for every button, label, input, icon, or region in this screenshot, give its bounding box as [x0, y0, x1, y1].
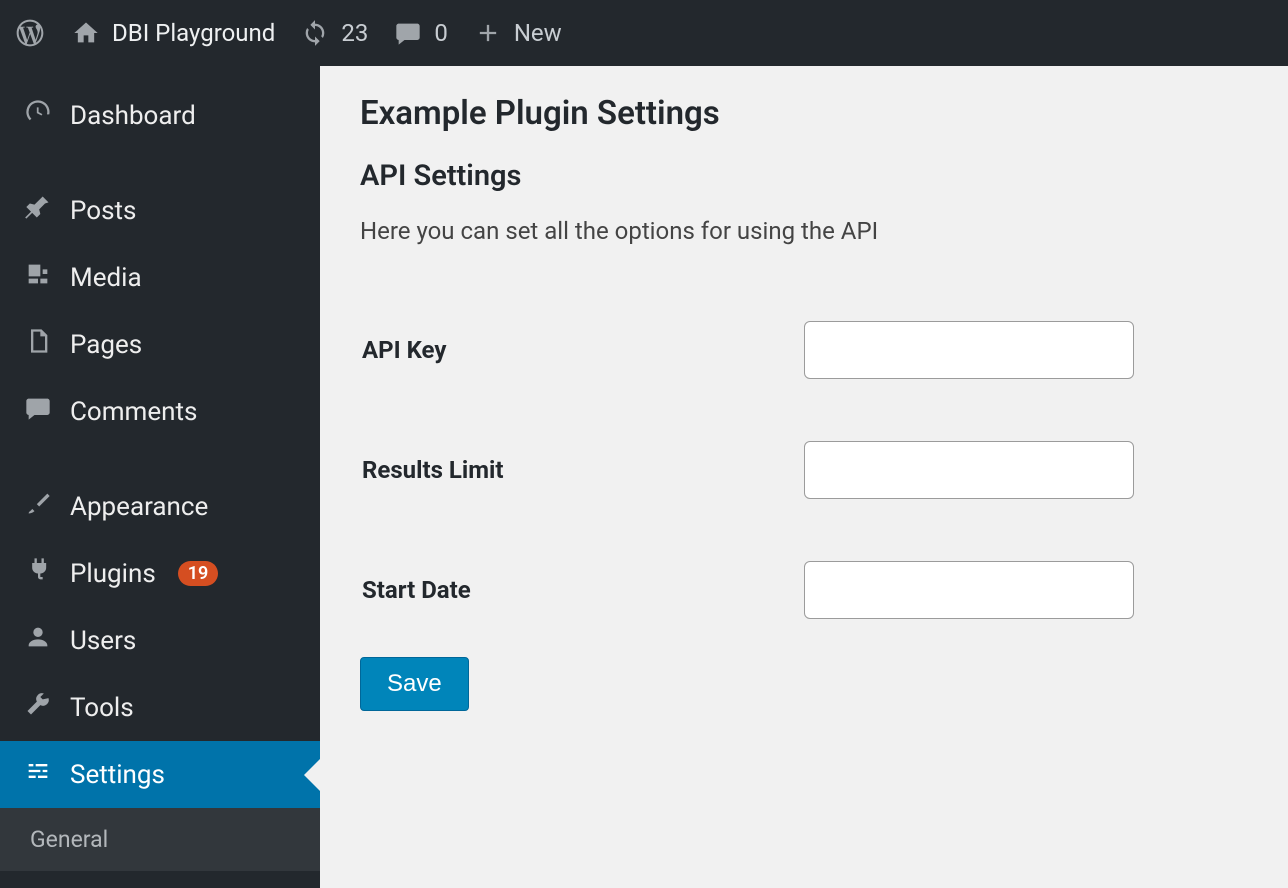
sidebar-subitem-general[interactable]: General: [0, 808, 320, 871]
sidebar-item-label: Settings: [70, 760, 165, 790]
new-content-link[interactable]: New: [474, 19, 562, 47]
api-key-label: API Key: [362, 291, 802, 409]
settings-form-table: API Key Results Limit Start Date: [360, 289, 1248, 651]
sidebar-item-comments[interactable]: Comments: [0, 378, 320, 445]
api-key-input[interactable]: [804, 321, 1134, 379]
updates-count: 23: [341, 19, 368, 47]
pages-icon: [24, 327, 52, 362]
home-icon: [72, 19, 100, 47]
results-limit-input[interactable]: [804, 441, 1134, 499]
sidebar-item-label: Appearance: [70, 492, 208, 522]
site-name-link[interactable]: DBI Playground: [72, 19, 275, 47]
sidebar-item-label: Comments: [70, 397, 197, 427]
sliders-icon: [24, 757, 52, 792]
refresh-icon: [301, 19, 329, 47]
user-icon: [24, 623, 52, 658]
page-title: Example Plugin Settings: [360, 94, 1248, 133]
dashboard-icon: [24, 98, 52, 133]
sidebar-item-posts[interactable]: Posts: [0, 177, 320, 244]
sidebar-subitem-label: General: [30, 826, 108, 853]
sidebar-item-label: Plugins: [70, 559, 156, 589]
comment-icon: [394, 19, 422, 47]
content-area: Example Plugin Settings API Settings Her…: [320, 66, 1288, 888]
results-limit-label: Results Limit: [362, 411, 802, 529]
start-date-input[interactable]: [804, 561, 1134, 619]
wrench-icon: [24, 690, 52, 725]
wordpress-logo[interactable]: [14, 17, 46, 49]
plugins-update-badge: 19: [178, 561, 219, 586]
sidebar-item-pages[interactable]: Pages: [0, 311, 320, 378]
sidebar-item-users[interactable]: Users: [0, 607, 320, 674]
admin-toolbar: DBI Playground 23 0 New: [0, 0, 1288, 66]
sidebar-item-appearance[interactable]: Appearance: [0, 473, 320, 540]
comments-count: 0: [434, 19, 448, 47]
comment-icon: [24, 394, 52, 429]
wordpress-icon: [14, 17, 46, 49]
section-description: Here you can set all the options for usi…: [360, 217, 1248, 245]
comments-link[interactable]: 0: [394, 19, 448, 47]
sidebar-item-label: Tools: [70, 693, 134, 723]
sidebar-item-label: Pages: [70, 330, 142, 360]
sidebar-item-label: Posts: [70, 196, 136, 226]
sidebar-item-media[interactable]: Media: [0, 244, 320, 311]
brush-icon: [24, 489, 52, 524]
sidebar-item-label: Media: [70, 263, 142, 293]
plug-icon: [24, 556, 52, 591]
sidebar-item-label: Dashboard: [70, 101, 196, 131]
site-name-label: DBI Playground: [112, 19, 275, 47]
sidebar-item-tools[interactable]: Tools: [0, 674, 320, 741]
admin-sidebar: Dashboard Posts Media Pages Comments App…: [0, 66, 320, 888]
pin-icon: [24, 193, 52, 228]
save-button[interactable]: Save: [360, 657, 469, 711]
updates-link[interactable]: 23: [301, 19, 368, 47]
sidebar-item-settings[interactable]: Settings: [0, 741, 320, 808]
media-icon: [24, 260, 52, 295]
sidebar-item-label: Users: [70, 626, 136, 656]
sidebar-item-dashboard[interactable]: Dashboard: [0, 82, 320, 149]
plus-icon: [474, 19, 502, 47]
new-label: New: [514, 19, 562, 47]
sidebar-item-plugins[interactable]: Plugins 19: [0, 540, 320, 607]
start-date-label: Start Date: [362, 531, 802, 649]
section-title: API Settings: [360, 159, 1248, 193]
